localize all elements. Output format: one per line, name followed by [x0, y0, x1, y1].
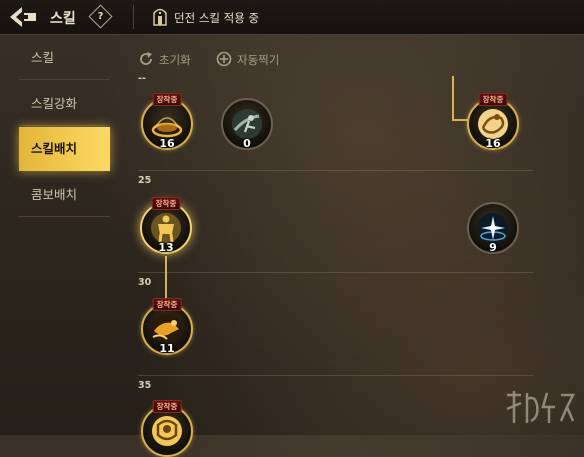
skill-link-line	[452, 76, 454, 121]
tier-divider	[138, 272, 533, 273]
fist-icon	[152, 416, 182, 446]
sidebar-item-combo-placement[interactable]: 콤보배치	[19, 173, 110, 217]
equipped-badge: 장착중	[152, 93, 182, 106]
equipped-badge: 장착중	[478, 93, 508, 106]
watermark-logo	[506, 391, 576, 423]
skill-level: 16	[485, 137, 501, 150]
equipped-badge: 장착중	[152, 298, 182, 311]
auto-assign-icon	[216, 51, 232, 67]
skill-level: 13	[158, 241, 174, 254]
tier-label: --	[138, 73, 146, 84]
auto-assign-label: 자동찍기	[237, 53, 280, 67]
skill-golden-aura[interactable]: 장착중 16	[141, 93, 193, 150]
skill-link-line	[165, 248, 167, 300]
reset-button[interactable]: 초기화	[138, 51, 208, 69]
skill-fist-guard[interactable]: 장착중	[141, 400, 193, 457]
equipped-badge: 장착중	[151, 197, 181, 210]
page-title: 스킬	[50, 11, 76, 27]
skill-wind-slash[interactable]: 0	[221, 98, 273, 150]
top-bar: 스킬 ? 던전 스킬 적용 중	[0, 0, 584, 35]
tier-label: 30	[138, 277, 152, 288]
skill-power-stance[interactable]: 장착중 13	[140, 197, 192, 254]
refresh-icon	[140, 52, 152, 65]
equipped-badge: 장착중	[152, 400, 182, 413]
tier-label: 35	[138, 380, 152, 391]
dungeon-skill-status: 던전 스킬 적용 중	[174, 11, 260, 25]
sidebar-item-skill-placement[interactable]: 스킬배치	[19, 127, 110, 171]
sidebar: 스킬 스킬강화 스킬배치 콤보배치	[0, 34, 110, 435]
tier-label: 25	[138, 175, 152, 186]
skill-star-burst[interactable]: 9	[467, 202, 519, 254]
skill-level: 11	[159, 342, 175, 355]
back-arrow-icon	[10, 7, 36, 27]
skill-level: 0	[243, 137, 251, 150]
tier-divider	[138, 375, 533, 376]
skill-level: 16	[159, 137, 175, 150]
header-divider	[133, 5, 134, 29]
skill-whirl-kick[interactable]: 장착중 16	[467, 93, 519, 150]
sidebar-item-skill[interactable]: 스킬	[19, 36, 110, 80]
auto-assign-button[interactable]: 자동찍기	[216, 51, 296, 69]
skill-level: 9	[489, 241, 497, 254]
help-button[interactable]: ?	[88, 4, 113, 29]
sidebar-item-skill-enhance[interactable]: 스킬강화	[19, 82, 110, 126]
reset-label: 초기화	[159, 53, 191, 67]
tier-divider	[138, 170, 533, 171]
back-button[interactable]	[6, 4, 46, 30]
dungeon-gate-icon	[153, 8, 167, 26]
skill-flame-charge[interactable]: 장착중 11	[141, 298, 193, 355]
help-icon: ?	[97, 11, 104, 22]
